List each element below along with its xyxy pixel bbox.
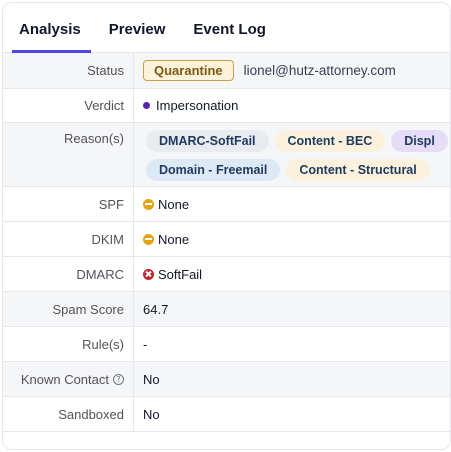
tab-analysis[interactable]: Analysis [9,3,91,53]
tab-event-log[interactable]: Event Log [183,3,276,52]
known-contact-row: Known Contact ? No [3,362,450,397]
tab-bar: Analysis Preview Event Log [3,3,450,53]
sandboxed-value: No [143,406,160,422]
spam-score-label: Spam Score [3,292,134,326]
minus-circle-icon [143,233,154,245]
dmarc-row: DMARC SoftFail [3,257,450,292]
reason-chip: Content - BEC [274,130,386,152]
dmarc-value: SoftFail [158,266,203,282]
dkim-value: None [158,231,190,247]
verdict-row: Verdict Impersonation [3,89,450,123]
spf-value: None [158,196,190,212]
quarantine-badge: Quarantine [143,60,234,81]
spam-score-row: Spam Score 64.7 [3,292,450,327]
sandboxed-label: Sandboxed [3,397,134,431]
known-contact-value: No [143,371,160,387]
spf-row: SPF None [3,187,450,222]
reasons-label: Reason(s) [3,123,134,186]
analysis-panel: Analysis Preview Event Log Status Quaran… [2,2,451,450]
rules-row: Rule(s) - [3,327,450,362]
x-circle-icon [143,268,154,280]
reason-chip: Domain - Freemail [146,159,281,181]
help-circle-icon[interactable]: ? [113,373,124,385]
known-contact-label: Known Contact [20,371,109,387]
verdict-dot-icon [143,102,150,109]
rules-label: Rule(s) [3,327,134,361]
status-label: Status [3,53,134,88]
rules-value: - [143,336,148,352]
details-table: Status Quarantine lionel@hutz-attorney.c… [3,53,450,432]
minus-circle-icon [143,198,154,210]
spam-score-value: 64.7 [143,301,169,317]
spf-label: SPF [3,187,134,221]
reason-chip: Content - Structural [286,159,430,181]
dmarc-label: DMARC [3,257,134,291]
reason-chips: DMARC-SoftFail Content - BEC Displ Domai… [143,123,448,181]
tab-preview[interactable]: Preview [99,3,176,52]
verdict-label: Verdict [3,89,134,122]
reason-chip: DMARC-SoftFail [146,130,269,152]
reasons-row: Reason(s) DMARC-SoftFail Content - BEC D… [3,123,450,187]
dkim-row: DKIM None [3,222,450,257]
sandboxed-row: Sandboxed No [3,397,450,432]
reason-chip: Displ [391,130,448,152]
dkim-label: DKIM [3,222,134,256]
status-row: Status Quarantine lionel@hutz-attorney.c… [3,53,450,89]
verdict-value: Impersonation [156,98,239,113]
recipient-email: lionel@hutz-attorney.com [243,63,396,78]
